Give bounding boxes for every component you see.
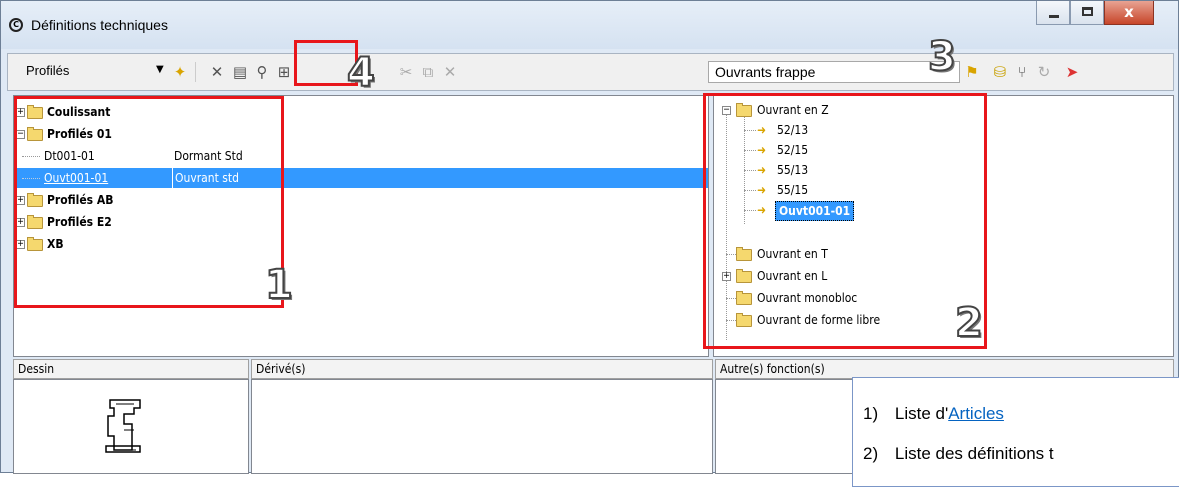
callout-number-2: 2 [954,299,984,347]
callout-box-3 [703,52,955,90]
maximize-button[interactable] [1070,1,1104,25]
new-icon[interactable]: ✦ [170,62,190,82]
database-icon[interactable]: ⛁ [990,62,1010,82]
delete-icon[interactable]: ✕ [207,62,227,82]
profile-drawing-icon [105,399,141,453]
legend-box: 1) Liste d'Articles 2) Liste des définit… [852,377,1179,487]
articles-link[interactable]: Articles [948,404,1004,423]
minimize-icon [1049,15,1059,18]
search-icon[interactable]: ⚲ [252,62,272,82]
title-bar: C Définitions techniques x [1,1,1178,49]
legend-item-2: 2) Liste des définitions t [863,444,1054,464]
callout-number-1: 1 [264,261,294,309]
callout-box-2 [703,93,987,349]
callout-number-4: 4 [346,49,376,97]
tree-icon[interactable]: ⑂ [1012,62,1032,82]
window-controls: x [1036,1,1154,27]
minimize-button[interactable] [1036,1,1070,25]
dessin-panel [13,379,249,474]
dessin-header: Dessin [13,359,249,379]
legend-text: Liste d' [894,404,949,423]
maximize-icon [1082,7,1093,16]
filter-icon[interactable]: ⚑ [962,62,982,82]
close-icon: x [1124,3,1134,21]
cut-icon[interactable]: ✂ [396,62,416,82]
legend-item-1: 1) Liste d'Articles [863,404,1004,424]
callout-number-3: 3 [927,33,957,81]
close-button[interactable]: x [1104,1,1154,25]
link-icon[interactable]: ➤ [1062,62,1082,82]
derives-header: Dérivé(s) [251,359,713,379]
properties-icon[interactable]: ▤ [230,62,250,82]
window-title: Définitions techniques [31,17,168,33]
callout-box-1 [14,96,284,308]
legend-number: 1) [863,404,879,423]
legend-text: Liste des définitions t [894,444,1054,463]
toolbar: Profilés ▼ ✦ ✕ ▤ ⚲ ⊞ ✂ ⧉ ✕ Ouvrants frap… [7,53,1174,91]
remove-icon[interactable]: ✕ [440,62,460,82]
copy-icon[interactable]: ⧉ [418,62,438,82]
article-type-select[interactable]: Profilés [20,61,168,83]
refresh-icon[interactable]: ↻ [1034,62,1054,82]
expand-icon[interactable]: ⊞ [274,62,294,82]
legend-number: 2) [863,444,879,463]
autres-fonctions-header: Autre(s) fonction(s) [715,359,1174,379]
chevron-down-icon[interactable]: ▼ [156,64,164,75]
app-icon: C [9,18,23,32]
derives-panel [251,379,713,474]
